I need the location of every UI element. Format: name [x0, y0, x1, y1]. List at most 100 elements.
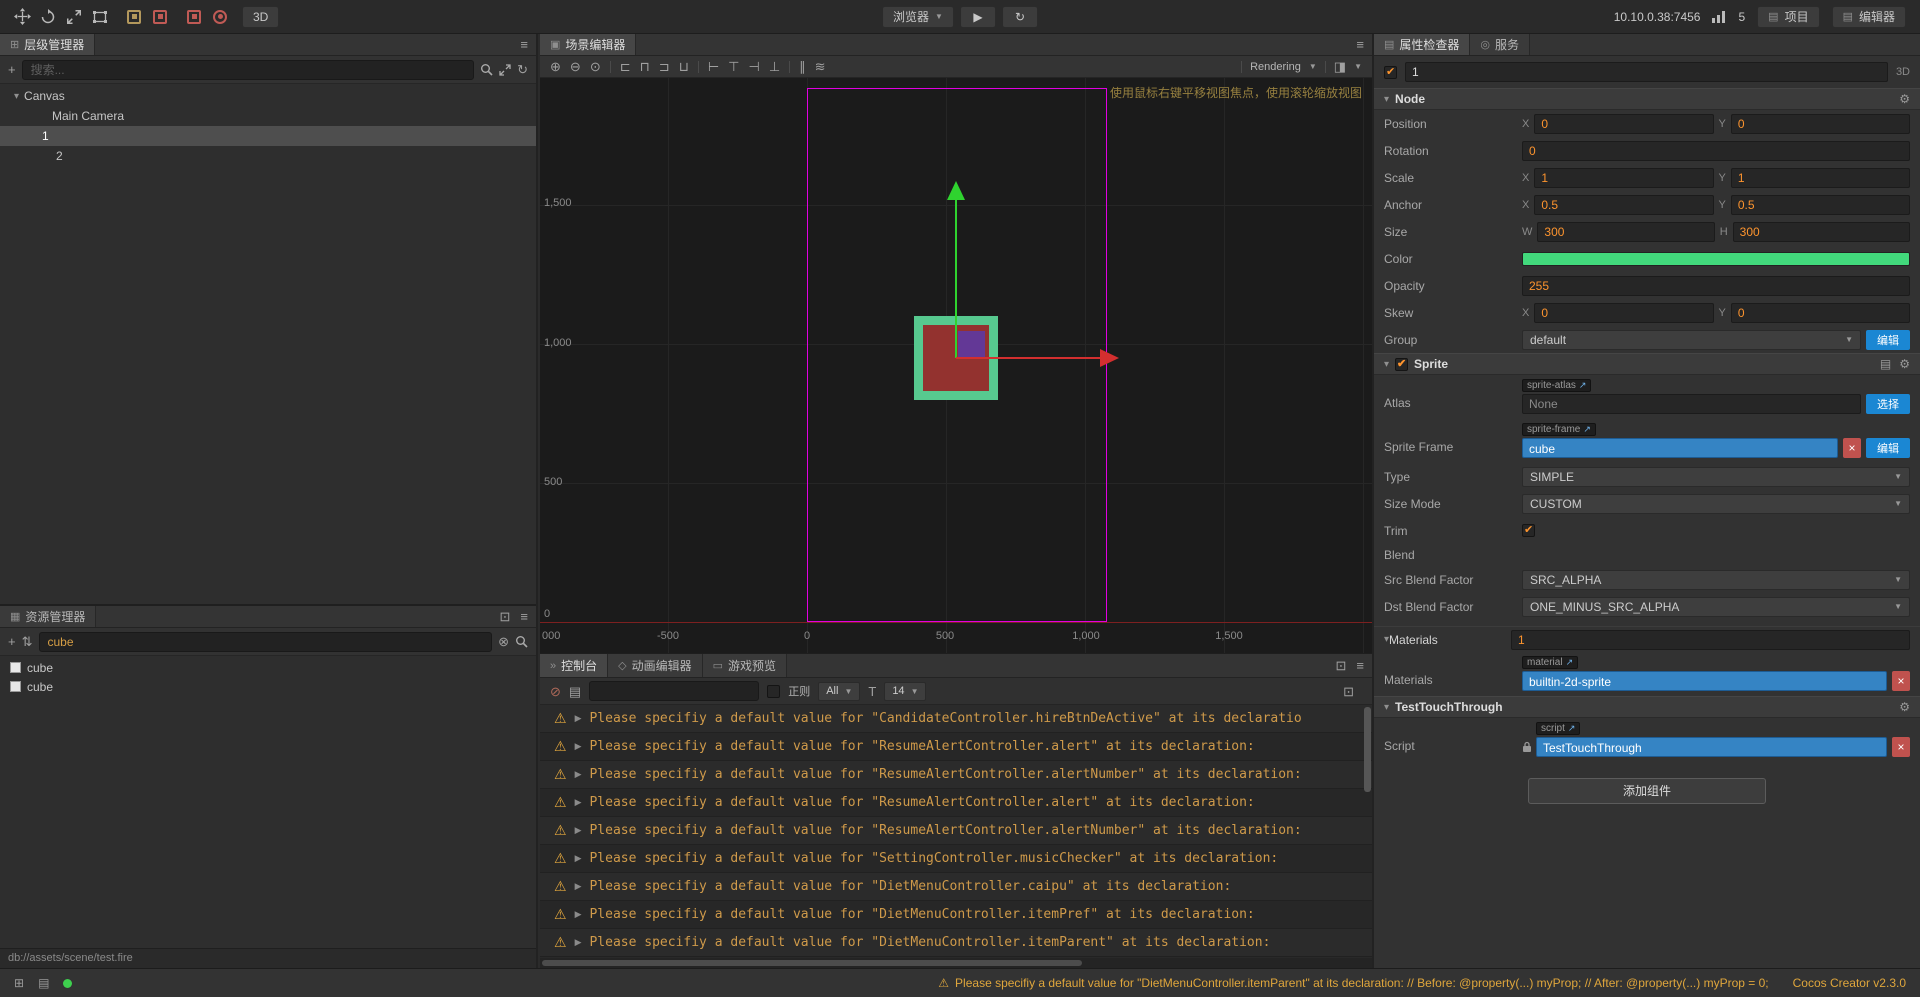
coordinate-mode-button[interactable] — [148, 5, 172, 29]
expander-icon[interactable]: ▶ — [575, 881, 582, 892]
tab-scene-editor[interactable]: ▣ 场景编辑器 — [540, 34, 637, 55]
gizmo-x-axis-arrow[interactable] — [956, 357, 1102, 359]
dst-blend-dropdown[interactable]: ONE_MINUS_SRC_ALPHA ▼ — [1522, 596, 1910, 617]
expand-all-icon[interactable] — [499, 63, 511, 76]
anchor-y-field[interactable]: 0.5 — [1730, 194, 1910, 215]
refresh-preview-button[interactable]: ↻ — [1001, 5, 1038, 28]
zoom-in-icon[interactable]: ⊕ — [550, 60, 561, 73]
font-size-dropdown[interactable]: 14 ▼ — [884, 681, 927, 701]
log-entry[interactable]: ⚠ ▶ Please specifiy a default value for "R… — [540, 733, 1372, 761]
sprite-enabled-checkbox[interactable] — [1395, 357, 1409, 371]
log-entry[interactable]: ⚠ ▶ Please specifiy a default value for "R… — [540, 817, 1372, 845]
assets-search-input[interactable] — [38, 631, 493, 652]
log-entry[interactable]: ⚠ ▶ Please specifiy a default value for "D… — [540, 901, 1372, 929]
hierarchy-search-input[interactable] — [21, 59, 475, 80]
external-link-icon[interactable]: ↗ — [1566, 657, 1574, 668]
materials-count-field[interactable]: 1 — [1511, 629, 1910, 650]
tab-inspector[interactable]: ▤ 属性检查器 — [1374, 34, 1471, 55]
group-dropdown[interactable]: default ▼ — [1522, 329, 1861, 350]
sprite-frame-field[interactable]: cube — [1522, 438, 1838, 458]
trim-checkbox[interactable] — [1522, 523, 1535, 537]
edit-sprite-frame-button[interactable]: 编辑 — [1866, 438, 1910, 458]
expander-icon[interactable]: ▶ — [575, 937, 582, 948]
rotation-field[interactable]: 0 — [1522, 140, 1910, 161]
panel-menu-icon[interactable]: ≡ — [1356, 659, 1364, 672]
remove-script-button[interactable]: × — [1892, 737, 1910, 757]
gear-icon[interactable]: ⚙ — [1899, 357, 1910, 371]
tree-item-main-camera[interactable]: Main Camera — [0, 106, 536, 126]
asset-item[interactable]: cube — [0, 677, 536, 696]
align-bottom-icon[interactable]: ⊔ — [679, 60, 689, 73]
position-y-field[interactable]: 0 — [1730, 113, 1910, 134]
zoom-out-icon[interactable]: ⊖ — [570, 60, 581, 73]
rendering-mode-dropdown[interactable]: Rendering — [1250, 61, 1301, 73]
expander-icon[interactable]: ▶ — [575, 909, 582, 920]
align-top-icon[interactable]: ⊓ — [640, 60, 650, 73]
expander-icon[interactable]: ▶ — [575, 713, 582, 724]
collapse-arrow-icon[interactable]: ▾ — [1384, 94, 1389, 105]
node-section-header[interactable]: ▾ Node ⚙ — [1374, 88, 1920, 110]
maximize-console-icon[interactable]: ⊡ — [1343, 685, 1354, 698]
search-icon[interactable] — [480, 63, 493, 76]
sprite-section-header[interactable]: ▾ Sprite ▤ ⚙ — [1374, 353, 1920, 375]
gizmo-y-arrowhead[interactable] — [947, 181, 965, 200]
create-node-button[interactable]: + — [8, 63, 16, 76]
panel-menu-icon[interactable]: ≡ — [1356, 38, 1364, 51]
node-name-field[interactable]: 1 — [1405, 62, 1888, 82]
align-left-icon[interactable]: ⊏ — [620, 60, 631, 73]
size-mode-dropdown[interactable]: CUSTOM ▼ — [1522, 493, 1910, 514]
tab-console[interactable]: » 控制台 — [540, 654, 609, 677]
detach-panel-icon[interactable]: ⊡ — [500, 610, 511, 623]
anchor-x-field[interactable]: 0.5 — [1534, 194, 1714, 215]
collapse-arrow-icon[interactable]: ▾ — [1384, 702, 1389, 713]
gizmo-toggle-button[interactable] — [208, 5, 232, 29]
copy-component-icon[interactable]: ▤ — [1880, 357, 1891, 371]
scale-y-field[interactable]: 1 — [1730, 167, 1910, 188]
skew-x-field[interactable]: 0 — [1534, 302, 1714, 323]
align-right-icon[interactable]: ⊐ — [659, 60, 670, 73]
log-entry[interactable]: ⚠ ▶ Please specifiy a default value for "D… — [540, 929, 1372, 957]
tab-animation-editor[interactable]: ◇ 动画编辑器 — [608, 654, 703, 677]
tab-hierarchy[interactable]: ⊞ 层级管理器 — [0, 34, 96, 55]
tree-item-canvas[interactable]: ▾ Canvas — [0, 86, 536, 106]
remove-material-button[interactable]: × — [1892, 671, 1910, 691]
panel-menu-icon[interactable]: ≡ — [520, 38, 528, 51]
size-h-field[interactable]: 300 — [1732, 221, 1910, 242]
node-active-checkbox[interactable] — [1384, 65, 1397, 79]
snap-top-icon[interactable]: ⊤ — [728, 60, 739, 73]
scene-viewport[interactable]: 使用鼠标右键平移视图焦点，使用滚轮缩放视图 1,500 1,000 500 0 … — [540, 78, 1372, 653]
script-section-header[interactable]: ▾ TestTouchThrough ⚙ — [1374, 696, 1920, 718]
external-link-icon[interactable]: ↗ — [1568, 723, 1576, 734]
open-editor-button[interactable]: ▤ 编辑器 — [1831, 5, 1906, 28]
play-button[interactable]: ▶ — [959, 5, 996, 28]
gizmo-y-axis-arrow[interactable] — [955, 200, 957, 358]
console-filter-input[interactable] — [589, 681, 760, 701]
3d-toggle-button[interactable]: 3D — [242, 5, 280, 28]
tab-assets[interactable]: ▦ 资源管理器 — [0, 606, 97, 627]
skew-y-field[interactable]: 0 — [1730, 302, 1910, 323]
log-entry[interactable]: ⚠ ▶ Please specifiy a default value for "R… — [540, 761, 1372, 789]
open-project-button[interactable]: ▤ 项目 — [1757, 5, 1820, 28]
collapse-arrow-icon[interactable]: ▾ — [1384, 359, 1389, 370]
tree-item-1[interactable]: 1 — [0, 126, 536, 146]
tab-game-preview[interactable]: ▭ 游戏预览 — [702, 654, 788, 677]
atlas-field[interactable]: None — [1522, 394, 1861, 414]
script-field[interactable]: TestTouchThrough — [1536, 737, 1887, 757]
layout-dock-icon[interactable]: ⊞ — [14, 976, 24, 990]
detach-panel-icon[interactable]: ⊡ — [1336, 659, 1347, 672]
type-dropdown[interactable]: SIMPLE ▼ — [1522, 466, 1910, 487]
tree-item-2[interactable]: 2 — [0, 146, 536, 166]
asset-item[interactable]: cube — [0, 658, 536, 677]
scrollbar-thumb[interactable] — [542, 960, 1082, 966]
console-toggle-icon[interactable]: ▤ — [38, 976, 49, 990]
distribute-v-icon[interactable]: ≋ — [815, 60, 826, 73]
zoom-reset-icon[interactable]: ⊙ — [590, 60, 601, 73]
log-entry[interactable]: ⚠ ▶ Please specifiy a default value for "D… — [540, 873, 1372, 901]
panel-menu-icon[interactable]: ≡ — [520, 610, 528, 623]
log-entry[interactable]: ⚠ ▶ Please specifiy a default value for "C… — [540, 705, 1372, 733]
search-icon[interactable] — [515, 635, 528, 648]
clear-search-icon[interactable]: ⊗ — [498, 635, 509, 648]
gizmo-x-arrowhead[interactable] — [1100, 349, 1119, 367]
refresh-hierarchy-icon[interactable]: ↻ — [517, 63, 528, 76]
scale-x-field[interactable]: 1 — [1534, 167, 1714, 188]
